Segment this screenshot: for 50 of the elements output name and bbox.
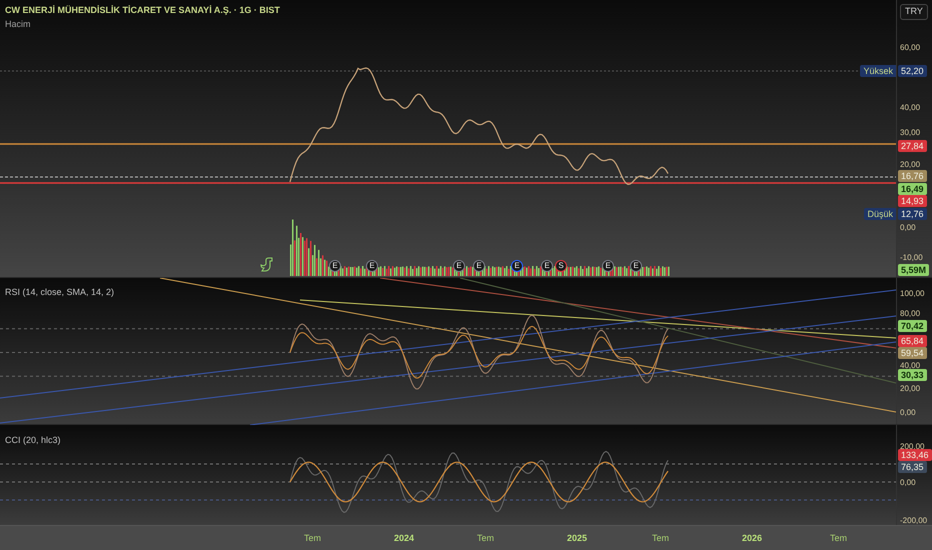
time-axis-label: Tem — [830, 532, 848, 545]
currency-button[interactable]: TRY — [900, 4, 928, 20]
price-tag: 14,93 — [898, 195, 927, 207]
price-tag: 16,76 — [898, 170, 927, 182]
axis-label: 60,00 — [900, 42, 920, 54]
tag-caption: Yüksek — [860, 65, 896, 77]
axis-label: 80,00 — [900, 308, 920, 320]
time-axis-label: Tem — [477, 532, 494, 545]
axis-label: -10,00 — [900, 252, 923, 264]
price-tag: 27,84 — [898, 140, 927, 152]
axis-label: 0,00 — [900, 477, 916, 489]
event-marker[interactable]: E — [630, 260, 642, 272]
axis-label: 20,00 — [900, 383, 920, 395]
axis-label: 30,00 — [900, 127, 920, 139]
price-tag: 5,59M — [898, 264, 930, 276]
chart-title: CW ENERJİ MÜHENDİSLİK TİCARET VE SANAYİ A.Ş. · 1G · BIST — [5, 4, 280, 17]
price-tag: 52,20 — [898, 65, 927, 77]
axis-label: 40,00 — [900, 360, 920, 372]
price-tag: 70,42 — [898, 320, 927, 332]
axis-label: 20,00 — [900, 159, 920, 171]
price-tag: 65,84 — [898, 335, 927, 347]
price-tag: 76,35 — [898, 461, 927, 473]
price-tag: 16,49 — [898, 183, 927, 195]
axis-label: 40,00 — [900, 102, 920, 114]
time-axis-label: Tem — [304, 532, 322, 545]
event-marker[interactable]: E — [329, 260, 341, 272]
volume-label: Hacim — [5, 18, 31, 31]
event-marker[interactable]: E — [366, 260, 378, 272]
axis-label: 200,00 — [900, 441, 924, 452]
event-marker[interactable]: E — [473, 260, 485, 272]
event-marker[interactable]: S — [555, 260, 567, 272]
event-marker[interactable]: E — [453, 260, 465, 272]
price-tag: 133,46 — [898, 449, 932, 461]
axis-label: 100,00 — [900, 288, 924, 300]
indicator-title: CCI (20, hlc3) — [5, 434, 61, 447]
price-tag: 30,33 — [898, 369, 927, 381]
time-axis-label: Tem — [652, 532, 670, 545]
tag-caption: Düşük — [864, 208, 896, 220]
price-tag: 12,76 — [898, 208, 927, 220]
axis-label: -200,00 — [900, 515, 928, 527]
axis-label: 0,00 — [900, 222, 916, 234]
price-tag: 59,54 — [898, 347, 927, 359]
time-axis-label: 2025 — [567, 532, 588, 545]
indicator-title: RSI (14, close, SMA, 14, 2) — [5, 286, 114, 299]
axis-label: 0,00 — [900, 407, 916, 419]
event-marker[interactable]: E — [602, 260, 614, 272]
time-axis-label: 2026 — [742, 532, 762, 545]
event-marker[interactable]: E — [511, 260, 523, 272]
event-marker[interactable]: E — [541, 260, 553, 272]
time-axis-label: 2024 — [394, 532, 414, 545]
